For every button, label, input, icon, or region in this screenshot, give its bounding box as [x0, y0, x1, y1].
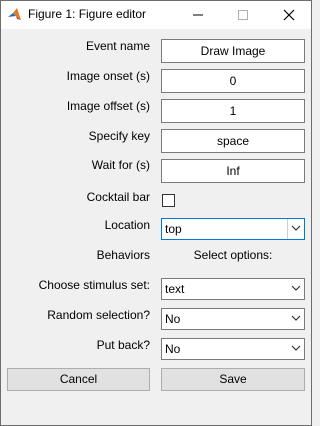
chevron-down-icon: [291, 345, 301, 351]
chevron-down-icon: [291, 315, 301, 321]
random-selection-label: Random selection?: [47, 308, 150, 322]
stimulus-set-dropdown[interactable]: text: [161, 278, 305, 300]
wait-for-field[interactable]: Inf: [161, 159, 305, 183]
put-back-label: Put back?: [96, 338, 150, 352]
random-selection-dropdown[interactable]: No: [161, 308, 305, 330]
event-name-field[interactable]: Draw Image: [161, 39, 305, 63]
close-button[interactable]: [267, 1, 311, 29]
cocktail-bar-checkbox[interactable]: [162, 194, 175, 207]
minimize-button[interactable]: [176, 1, 220, 29]
specify-key-label: Specify key: [88, 129, 150, 143]
title-bar[interactable]: Figure 1: Figure editor: [1, 1, 311, 29]
chevron-down-icon: [291, 285, 301, 291]
save-button[interactable]: Save: [161, 368, 305, 391]
chevron-down-icon: [291, 225, 301, 231]
matlab-icon: [7, 7, 23, 23]
specify-key-field[interactable]: space: [161, 129, 305, 153]
put-back-dropdown[interactable]: No: [161, 338, 305, 360]
image-onset-field[interactable]: 0: [161, 69, 305, 93]
location-label: Location: [104, 218, 150, 232]
maximize-icon: [238, 10, 248, 20]
put-back-value: No: [165, 342, 181, 356]
figure-editor-window: Figure 1: Figure editor Event name Draw …: [0, 0, 312, 426]
event-name-label: Event name: [85, 39, 150, 53]
location-dropdown[interactable]: top: [161, 218, 305, 240]
image-offset-field[interactable]: 1: [161, 99, 305, 123]
cancel-button[interactable]: Cancel: [7, 368, 150, 391]
window-title: Figure 1: Figure editor: [28, 7, 147, 21]
image-offset-label: Image offset (s): [66, 99, 150, 113]
minimize-icon: [193, 14, 203, 16]
behaviors-label: Behaviors: [96, 248, 150, 262]
stimulus-set-value: text: [165, 282, 185, 296]
select-options-label: Select options:: [193, 248, 273, 262]
cocktail-bar-label: Cocktail bar: [86, 190, 150, 204]
wait-for-label: Wait for (s): [91, 158, 150, 172]
random-selection-value: No: [165, 312, 181, 326]
location-value: top: [165, 222, 182, 236]
close-icon: [283, 9, 295, 21]
image-onset-label: Image onset (s): [66, 69, 150, 83]
stimulus-set-label: Choose stimulus set:: [38, 278, 150, 292]
maximize-button[interactable]: [221, 1, 265, 29]
